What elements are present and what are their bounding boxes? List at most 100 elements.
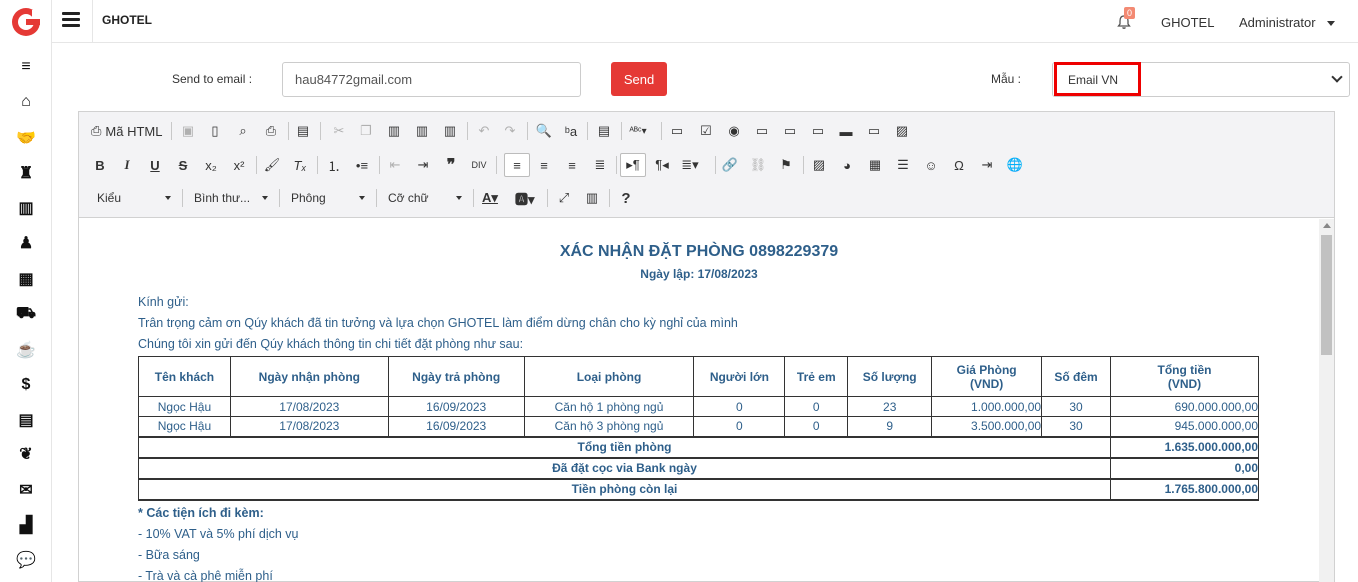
redo-icon[interactable]: ↷ bbox=[501, 121, 519, 141]
dollar-icon[interactable]: $ bbox=[14, 375, 38, 395]
indent-icon[interactable]: ⇥ bbox=[414, 155, 432, 175]
paste-text-icon[interactable]: ▥ bbox=[413, 121, 431, 141]
bold-icon[interactable]: B bbox=[91, 155, 109, 175]
undo-icon[interactable]: ↶ bbox=[475, 121, 493, 141]
button-field-icon[interactable]: ▬ bbox=[837, 121, 855, 141]
building-icon[interactable]: ▥ bbox=[14, 198, 38, 218]
textfield-icon[interactable]: ▭ bbox=[753, 121, 771, 141]
hamburger-icon[interactable] bbox=[62, 12, 80, 28]
blockquote-icon[interactable]: ❞ bbox=[442, 155, 460, 175]
link-icon[interactable]: 🔗 bbox=[721, 155, 739, 175]
smiley-icon[interactable]: ☺ bbox=[922, 155, 940, 175]
find-icon[interactable]: 🔍 bbox=[535, 121, 553, 141]
leaf-icon[interactable]: ❦ bbox=[14, 444, 38, 464]
align-right-icon[interactable]: ≡ bbox=[563, 155, 581, 175]
style-combo[interactable]: Kiểu bbox=[97, 188, 171, 208]
show-blocks-icon[interactable]: ▥ bbox=[583, 188, 601, 208]
subscript-icon[interactable]: x₂ bbox=[202, 155, 220, 175]
table-cell: 30 bbox=[1041, 416, 1112, 437]
source-button[interactable]: ⎙ Mã HTML bbox=[91, 121, 162, 141]
send-button[interactable]: Send bbox=[611, 62, 667, 96]
bulleted-list-icon[interactable]: •≡ bbox=[353, 155, 371, 175]
language-icon[interactable]: ≣▾ bbox=[681, 155, 699, 175]
editor-content[interactable]: XÁC NHẬN ĐẶT PHÒNG 0898229379 Ngày lập: … bbox=[79, 219, 1319, 582]
cart-icon[interactable]: ⛟ bbox=[14, 304, 38, 324]
remove-format-icon[interactable]: Tₓ bbox=[291, 155, 309, 175]
menu-list-icon[interactable]: ≡ bbox=[14, 57, 38, 77]
new-page-icon[interactable]: ▯ bbox=[206, 121, 224, 141]
scroll-thumb[interactable] bbox=[1321, 235, 1332, 355]
special-char-icon[interactable]: Ω bbox=[950, 155, 968, 175]
flash-icon[interactable]: ◕ bbox=[838, 155, 856, 175]
reception-icon[interactable]: ♜ bbox=[14, 163, 38, 183]
horizontal-rule-icon[interactable]: ☰ bbox=[894, 155, 912, 175]
paste-word-icon[interactable]: ▥ bbox=[441, 121, 459, 141]
user-menu[interactable]: Administrator bbox=[1239, 15, 1316, 30]
user-icon[interactable]: ♟ bbox=[14, 233, 38, 253]
home-icon[interactable]: ⌂ bbox=[14, 92, 38, 112]
mail-icon[interactable]: ✉ bbox=[14, 480, 38, 500]
help-icon[interactable]: ? bbox=[617, 188, 635, 208]
align-left-icon[interactable]: ≡ bbox=[504, 153, 530, 177]
ghotel-logo[interactable] bbox=[10, 6, 42, 38]
templates-icon[interactable]: ▤ bbox=[294, 121, 312, 141]
handshake-icon[interactable]: 🤝 bbox=[14, 128, 38, 148]
table-cell: 690.000.000,00 bbox=[1110, 396, 1259, 417]
superscript-icon[interactable]: x² bbox=[230, 155, 248, 175]
preview-icon[interactable]: ⌕ bbox=[234, 121, 252, 141]
form-icon[interactable]: ▭ bbox=[668, 121, 686, 141]
hidden-field-icon[interactable]: ▨ bbox=[893, 121, 911, 141]
table-icon[interactable]: ▤ bbox=[14, 410, 38, 430]
replace-icon[interactable]: ᵇa bbox=[562, 121, 580, 141]
font-combo[interactable]: Phông bbox=[291, 188, 365, 208]
copy-icon[interactable]: ❐ bbox=[357, 121, 375, 141]
paste-icon[interactable]: ▥ bbox=[385, 121, 403, 141]
maximize-icon[interactable]: ⤢ bbox=[555, 188, 573, 208]
anchor-flag-icon[interactable]: ⚑ bbox=[777, 155, 795, 175]
save-icon[interactable]: ▣ bbox=[179, 121, 197, 141]
justify-icon[interactable]: ≣ bbox=[591, 155, 609, 175]
checkbox-icon[interactable]: ☑ bbox=[697, 121, 715, 141]
editor-scrollbar[interactable] bbox=[1319, 219, 1334, 582]
text-color-icon[interactable]: A▾ bbox=[481, 188, 499, 208]
background-color-icon[interactable]: 🅰▾ bbox=[515, 188, 535, 208]
image-button-icon[interactable]: ▭ bbox=[865, 121, 883, 141]
select-all-icon[interactable]: ▤ bbox=[595, 121, 613, 141]
template-select[interactable]: Email VN bbox=[1052, 62, 1350, 97]
text-direction-rtl-icon[interactable]: ¶◂ bbox=[653, 155, 671, 175]
column-header: Số đêm bbox=[1041, 356, 1112, 397]
print-icon[interactable]: ⎙ bbox=[262, 121, 280, 141]
caret-down-icon bbox=[359, 196, 365, 200]
chart-icon[interactable]: ▟ bbox=[14, 515, 38, 535]
grid-icon[interactable]: ▦ bbox=[14, 269, 38, 289]
hotel-name[interactable]: GHOTEL bbox=[1161, 15, 1214, 30]
email-field[interactable] bbox=[282, 62, 581, 97]
radio-icon[interactable]: ◉ bbox=[725, 121, 743, 141]
iframe-globe-icon[interactable]: 🌐 bbox=[1006, 155, 1024, 175]
cut-icon[interactable]: ✂ bbox=[330, 121, 348, 141]
select-field-icon[interactable]: ▭ bbox=[809, 121, 827, 141]
image-icon[interactable]: ▨ bbox=[810, 155, 828, 175]
thank-you-text: Trân trọng cảm ơn Qúy khách đã tin tưởng… bbox=[138, 316, 738, 330]
table-cell: 16/09/2023 bbox=[387, 416, 525, 437]
spellcheck-icon[interactable]: ᴬᴮᶜ▾ bbox=[629, 121, 647, 141]
div-container-icon[interactable]: DIV bbox=[470, 155, 488, 175]
textarea-icon[interactable]: ▭ bbox=[781, 121, 799, 141]
copy-format-icon[interactable]: 🖌 bbox=[263, 155, 281, 175]
text-direction-ltr-icon[interactable]: ▸¶ bbox=[620, 153, 646, 177]
table-insert-icon[interactable]: ▦ bbox=[866, 155, 884, 175]
coffee-icon[interactable]: ☕ bbox=[14, 340, 38, 360]
chat-icon[interactable]: 💬 bbox=[14, 550, 38, 570]
underline-icon[interactable]: U bbox=[146, 155, 164, 175]
italic-icon[interactable]: I bbox=[118, 155, 136, 175]
font-size-combo[interactable]: Cỡ chữ bbox=[388, 188, 462, 208]
outdent-icon[interactable]: ⇤ bbox=[386, 155, 404, 175]
caret-down-icon[interactable] bbox=[1327, 21, 1335, 26]
numbered-list-icon[interactable]: ⒈ bbox=[325, 155, 343, 175]
unlink-icon[interactable]: ⛓ bbox=[749, 155, 767, 175]
scroll-up-icon[interactable] bbox=[1323, 223, 1331, 228]
page-break-icon[interactable]: ⇥ bbox=[978, 155, 996, 175]
strikethrough-icon[interactable]: S bbox=[174, 155, 192, 175]
align-center-icon[interactable]: ≡ bbox=[535, 155, 553, 175]
format-combo[interactable]: Bình thư... bbox=[194, 188, 268, 208]
